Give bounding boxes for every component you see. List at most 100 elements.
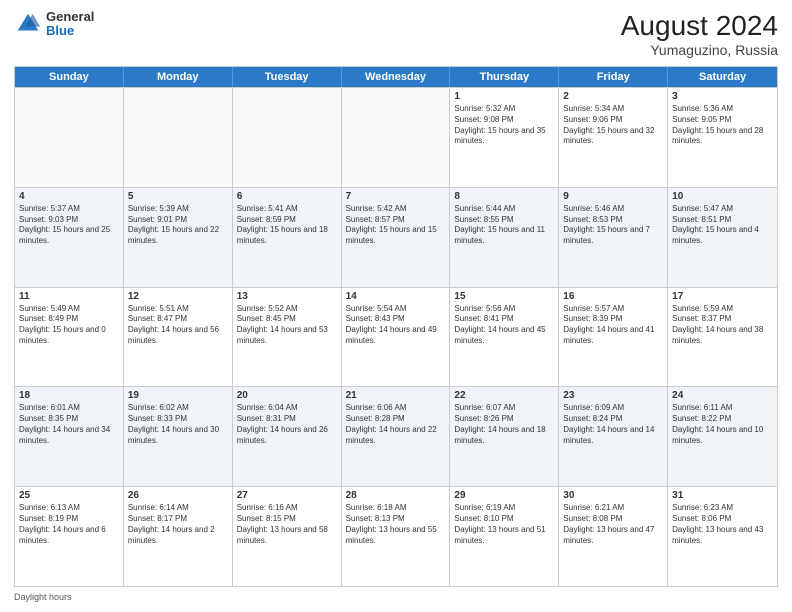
logo-icon	[14, 10, 42, 38]
day-number: 20	[237, 390, 337, 401]
header-day-thursday: Thursday	[450, 67, 559, 87]
day-number: 1	[454, 91, 554, 102]
day-number: 22	[454, 390, 554, 401]
day-number: 30	[563, 490, 663, 501]
logo: General Blue	[14, 10, 94, 39]
calendar-cell: 25 Sunrise: 6:13 AM Sunset: 8:19 PM Dayli…	[15, 487, 124, 586]
calendar-cell: 17 Sunrise: 5:59 AM Sunset: 8:37 PM Dayli…	[668, 288, 777, 387]
calendar-cell: 12Sunrise: 5:51 AM Sunset: 8:47 PM Dayli…	[124, 288, 233, 387]
day-number: 7	[346, 191, 446, 202]
cell-info: Sunrise: 6:02 AM Sunset: 8:33 PM Dayligh…	[128, 403, 228, 446]
calendar-cell: 28 Sunrise: 6:18 AM Sunset: 8:13 PM Dayli…	[342, 487, 451, 586]
day-number: 31	[672, 490, 773, 501]
calendar-cell: 20 Sunrise: 6:04 AM Sunset: 8:31 PM Dayli…	[233, 387, 342, 486]
cell-info: Sunrise: 5:49 AM Sunset: 8:49 PM Dayligh…	[19, 304, 119, 347]
cell-info: Sunrise: 6:13 AM Sunset: 8:19 PM Dayligh…	[19, 503, 119, 546]
calendar-cell: 10Sunrise: 5:47 AM Sunset: 8:51 PM Dayli…	[668, 188, 777, 287]
cell-info: Sunrise: 5:54 AM Sunset: 8:43 PM Dayligh…	[346, 304, 446, 347]
cell-info: Sunrise: 6:19 AM Sunset: 8:10 PM Dayligh…	[454, 503, 554, 546]
calendar-row-4: 18 Sunrise: 6:01 AM Sunset: 8:35 PM Dayli…	[15, 386, 777, 486]
cell-info: Sunrise: 5:56 AM Sunset: 8:41 PM Dayligh…	[454, 304, 554, 347]
calendar-cell: 6Sunrise: 5:41 AM Sunset: 8:59 PM Daylig…	[233, 188, 342, 287]
header-day-tuesday: Tuesday	[233, 67, 342, 87]
cell-info: Sunrise: 6:06 AM Sunset: 8:28 PM Dayligh…	[346, 403, 446, 446]
cell-info: Sunrise: 5:52 AM Sunset: 8:45 PM Dayligh…	[237, 304, 337, 347]
calendar-body: 1 Sunrise: 5:32 AM Sunset: 9:08 PM Daylig…	[15, 87, 777, 586]
header: General Blue August 2024 Yumaguzino, Rus…	[14, 10, 778, 58]
cell-info: Sunrise: 5:41 AM Sunset: 8:59 PM Dayligh…	[237, 204, 337, 247]
day-number: 11	[19, 291, 119, 302]
day-number: 21	[346, 390, 446, 401]
calendar-cell: 8 Sunrise: 5:44 AM Sunset: 8:55 PM Daylig…	[450, 188, 559, 287]
header-day-friday: Friday	[559, 67, 668, 87]
calendar-cell	[124, 88, 233, 187]
calendar-cell: 13Sunrise: 5:52 AM Sunset: 8:45 PM Dayli…	[233, 288, 342, 387]
calendar-cell: 29 Sunrise: 6:19 AM Sunset: 8:10 PM Dayli…	[450, 487, 559, 586]
calendar-cell: 11 Sunrise: 5:49 AM Sunset: 8:49 PM Dayli…	[15, 288, 124, 387]
calendar-cell: 31 Sunrise: 6:23 AM Sunset: 8:06 PM Dayli…	[668, 487, 777, 586]
cell-info: Sunrise: 6:09 AM Sunset: 8:24 PM Dayligh…	[563, 403, 663, 446]
day-number: 25	[19, 490, 119, 501]
calendar-cell: 16 Sunrise: 5:57 AM Sunset: 8:39 PM Dayli…	[559, 288, 668, 387]
day-number: 28	[346, 490, 446, 501]
calendar-cell: 5Sunrise: 5:39 AM Sunset: 9:01 PM Daylig…	[124, 188, 233, 287]
month-year: August 2024	[621, 10, 778, 42]
day-number: 18	[19, 390, 119, 401]
day-number: 17	[672, 291, 773, 302]
calendar: SundayMondayTuesdayWednesdayThursdayFrid…	[14, 66, 778, 587]
cell-info: Sunrise: 5:57 AM Sunset: 8:39 PM Dayligh…	[563, 304, 663, 347]
calendar-cell	[15, 88, 124, 187]
calendar-cell: 3 Sunrise: 5:36 AM Sunset: 9:05 PM Daylig…	[668, 88, 777, 187]
day-number: 26	[128, 490, 228, 501]
calendar-cell: 2Sunrise: 5:34 AM Sunset: 9:06 PM Daylig…	[559, 88, 668, 187]
day-number: 16	[563, 291, 663, 302]
header-day-monday: Monday	[124, 67, 233, 87]
day-number: 29	[454, 490, 554, 501]
cell-info: Sunrise: 5:59 AM Sunset: 8:37 PM Dayligh…	[672, 304, 773, 347]
day-number: 15	[454, 291, 554, 302]
day-number: 19	[128, 390, 228, 401]
calendar-cell: 1 Sunrise: 5:32 AM Sunset: 9:08 PM Daylig…	[450, 88, 559, 187]
title-block: August 2024 Yumaguzino, Russia	[621, 10, 778, 58]
cell-info: Sunrise: 5:44 AM Sunset: 8:55 PM Dayligh…	[454, 204, 554, 247]
page: General Blue August 2024 Yumaguzino, Rus…	[0, 0, 792, 612]
calendar-cell: 19 Sunrise: 6:02 AM Sunset: 8:33 PM Dayli…	[124, 387, 233, 486]
cell-info: Sunrise: 5:46 AM Sunset: 8:53 PM Dayligh…	[563, 204, 663, 247]
footer-label: Daylight hours	[14, 592, 72, 602]
calendar-cell: 15 Sunrise: 5:56 AM Sunset: 8:41 PM Dayli…	[450, 288, 559, 387]
day-number: 27	[237, 490, 337, 501]
cell-info: Sunrise: 5:34 AM Sunset: 9:06 PM Dayligh…	[563, 104, 663, 147]
calendar-cell: 24Sunrise: 6:11 AM Sunset: 8:22 PM Dayli…	[668, 387, 777, 486]
day-number: 10	[672, 191, 773, 202]
cell-info: Sunrise: 5:42 AM Sunset: 8:57 PM Dayligh…	[346, 204, 446, 247]
cell-info: Sunrise: 6:14 AM Sunset: 8:17 PM Dayligh…	[128, 503, 228, 546]
calendar-cell: 9Sunrise: 5:46 AM Sunset: 8:53 PM Daylig…	[559, 188, 668, 287]
header-day-sunday: Sunday	[15, 67, 124, 87]
calendar-cell	[233, 88, 342, 187]
location: Yumaguzino, Russia	[621, 42, 778, 58]
logo-general: General	[46, 10, 94, 24]
day-number: 14	[346, 291, 446, 302]
cell-info: Sunrise: 5:51 AM Sunset: 8:47 PM Dayligh…	[128, 304, 228, 347]
day-number: 3	[672, 91, 773, 102]
calendar-row-2: 4Sunrise: 5:37 AM Sunset: 9:03 PM Daylig…	[15, 187, 777, 287]
cell-info: Sunrise: 6:21 AM Sunset: 8:08 PM Dayligh…	[563, 503, 663, 546]
cell-info: Sunrise: 6:23 AM Sunset: 8:06 PM Dayligh…	[672, 503, 773, 546]
footer: Daylight hours	[14, 592, 778, 602]
cell-info: Sunrise: 5:32 AM Sunset: 9:08 PM Dayligh…	[454, 104, 554, 147]
calendar-cell: 21 Sunrise: 6:06 AM Sunset: 8:28 PM Dayli…	[342, 387, 451, 486]
calendar-cell: 30 Sunrise: 6:21 AM Sunset: 8:08 PM Dayli…	[559, 487, 668, 586]
cell-info: Sunrise: 5:36 AM Sunset: 9:05 PM Dayligh…	[672, 104, 773, 147]
cell-info: Sunrise: 6:18 AM Sunset: 8:13 PM Dayligh…	[346, 503, 446, 546]
logo-text: General Blue	[46, 10, 94, 39]
cell-info: Sunrise: 6:01 AM Sunset: 8:35 PM Dayligh…	[19, 403, 119, 446]
cell-info: Sunrise: 6:16 AM Sunset: 8:15 PM Dayligh…	[237, 503, 337, 546]
logo-blue: Blue	[46, 24, 94, 38]
calendar-cell: 27 Sunrise: 6:16 AM Sunset: 8:15 PM Dayli…	[233, 487, 342, 586]
calendar-cell: 26 Sunrise: 6:14 AM Sunset: 8:17 PM Dayli…	[124, 487, 233, 586]
cell-info: Sunrise: 6:11 AM Sunset: 8:22 PM Dayligh…	[672, 403, 773, 446]
cell-info: Sunrise: 6:04 AM Sunset: 8:31 PM Dayligh…	[237, 403, 337, 446]
calendar-header: SundayMondayTuesdayWednesdayThursdayFrid…	[15, 67, 777, 87]
day-number: 8	[454, 191, 554, 202]
day-number: 23	[563, 390, 663, 401]
